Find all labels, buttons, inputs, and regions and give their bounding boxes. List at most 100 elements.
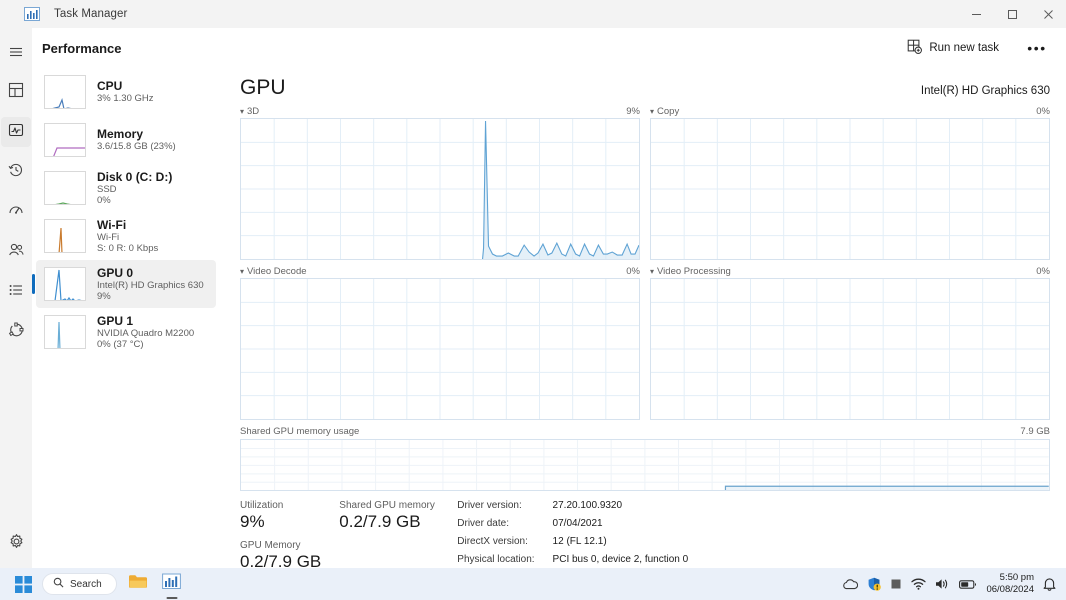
shared-memory-label: Shared GPU memory usage (240, 426, 360, 437)
close-button[interactable] (1030, 0, 1066, 28)
sidebar-item-label: Memory (97, 127, 144, 142)
graph-3d-plot (240, 118, 640, 260)
table-row: Driver date: 07/04/2021 (457, 518, 688, 536)
hamburger-icon[interactable] (1, 37, 31, 67)
sidebar-item-cpu-sparkline (44, 75, 86, 109)
more-options-button[interactable]: ••• (1022, 35, 1052, 61)
utilization-label: Utilization (240, 500, 284, 511)
sidebar-item-sublabel: 0% (97, 195, 111, 207)
graph-3d-value: 9% (626, 106, 640, 117)
shared-memory-section: Shared GPU memory usage 7.9 GB (240, 426, 1050, 491)
sidebar-item-disk0[interactable]: Disk 0 (C: D:) SSD 0% (36, 164, 216, 212)
sidebar-item-gpu0-sparkline (44, 267, 86, 301)
gpu-heading: GPU (240, 76, 286, 99)
page-title: Performance (42, 40, 122, 56)
chevron-down-icon[interactable]: ▾ (650, 267, 654, 276)
sidebar-item-sublabel: NVIDIA Quadro M2200 (97, 327, 195, 339)
sidebar-item-wifi-text: Wi-Fi Wi-Fi S: 0 R: 0 Kbps (97, 218, 158, 255)
sidebar-item-gpu0-text: GPU 0 Intel(R) HD Graphics 630 9% (97, 266, 204, 303)
sidebar-item-users[interactable] (1, 237, 31, 267)
info-key: DirectX version: (457, 536, 528, 547)
sidebar-item-sublabel: 3% 1.30 GHz (97, 93, 154, 105)
folder-icon (128, 573, 148, 595)
security-warning-icon[interactable] (867, 577, 882, 591)
resource-sidebar[interactable]: CPU 3% 1.30 GHz Memory 3.6/15.8 GB (23%) Dis… (32, 68, 220, 568)
sidebar-item-sublabel: 9% (97, 291, 111, 303)
volume-icon[interactable] (935, 578, 950, 590)
sidebar-item-label: GPU 0 (97, 265, 134, 280)
tray-square-icon[interactable] (890, 578, 902, 590)
graph-copy-label: Copy (657, 106, 680, 117)
sidebar-item-gpu1-sparkline (44, 315, 86, 349)
graph-3d: ▾ 3D 9% (240, 105, 640, 260)
graph-copy-value: 0% (1036, 106, 1050, 117)
title-bar: Task Manager (0, 0, 1066, 28)
command-bar-actions: Run new task ••• (898, 34, 1066, 62)
sidebar-item-services[interactable] (1, 317, 31, 347)
sidebar-item-gpu0[interactable]: GPU 0 Intel(R) HD Graphics 630 9% (32, 260, 216, 308)
sidebar-item-performance[interactable] (1, 117, 31, 147)
start-button[interactable] (12, 573, 34, 595)
wifi-icon[interactable] (911, 578, 927, 590)
performance-pulse-icon (8, 122, 24, 143)
bell-icon[interactable] (1043, 577, 1056, 591)
shared-memory-max: 7.9 GB (1020, 426, 1050, 437)
sidebar-item-startup-apps[interactable] (1, 197, 31, 227)
shared-gpu-memory-label: Shared GPU memory (339, 500, 435, 511)
details-list-icon (8, 282, 24, 303)
onedrive-icon[interactable] (842, 578, 859, 590)
processes-grid-icon (8, 82, 24, 103)
graph-video-processing-svg (651, 279, 1049, 419)
graph-video-decode-caption[interactable]: ▾ Video Decode 0% (240, 265, 640, 278)
chevron-down-icon[interactable]: ▾ (240, 107, 244, 116)
search-input[interactable]: Search (42, 573, 117, 595)
sidebar-item-label: Disk 0 (C: D:) (97, 169, 173, 184)
sidebar-item-wifi[interactable]: Wi-Fi Wi-Fi S: 0 R: 0 Kbps (36, 212, 216, 260)
sidebar-item-details[interactable] (1, 277, 31, 307)
utilization-value: 9% (240, 512, 265, 531)
taskbar-app-file-explorer[interactable] (125, 571, 151, 597)
users-icon (8, 242, 24, 263)
shared-memory-plot (240, 439, 1050, 491)
graph-video-processing-caption[interactable]: ▾ Video Processing 0% (650, 265, 1050, 278)
graph-copy-caption[interactable]: ▾ Copy 0% (650, 105, 1050, 118)
clock-time: 5:50 pm (999, 572, 1034, 584)
sidebar-item-memory[interactable]: Memory 3.6/15.8 GB (23%) (36, 116, 216, 164)
maximize-button[interactable] (994, 0, 1030, 28)
taskbar-app-task-manager[interactable] (159, 571, 185, 597)
run-new-task-button[interactable]: Run new task (898, 34, 1008, 62)
gpu-detail-panel: GPU Intel(R) HD Graphics 630 ▾ 3D 9% ▾ C… (220, 68, 1066, 571)
chevron-down-icon[interactable]: ▾ (240, 267, 244, 276)
window-controls (958, 0, 1066, 28)
sidebar-item-disk0-text: Disk 0 (C: D:) SSD 0% (97, 170, 172, 207)
navigation-rail (0, 28, 32, 568)
gear-icon[interactable] (1, 526, 31, 556)
battery-icon[interactable] (959, 579, 977, 590)
chevron-down-icon[interactable]: ▾ (650, 107, 654, 116)
graph-3d-caption[interactable]: ▾ 3D 9% (240, 105, 640, 118)
graph-copy-plot (650, 118, 1050, 260)
graph-video-processing-plot (650, 278, 1050, 420)
graph-video-processing-label: Video Processing (657, 266, 731, 277)
graph-video-decode: ▾ Video Decode 0% (240, 265, 640, 420)
command-bar: Performance Run new task ••• (32, 28, 1066, 68)
sidebar-item-sublabel: 0% (37 °C) (97, 339, 144, 351)
sidebar-item-cpu[interactable]: CPU 3% 1.30 GHz (36, 68, 216, 116)
info-key: Driver date: (457, 518, 509, 529)
graph-row-1: ▾ 3D 9% ▾ Copy 0% (240, 105, 1050, 260)
sidebar-item-cpu-text: CPU 3% 1.30 GHz (97, 79, 154, 104)
sidebar-item-gpu1[interactable]: GPU 1 NVIDIA Quadro M2200 0% (37 °C) (36, 308, 216, 356)
sidebar-item-sublabel: Wi-Fi (97, 231, 120, 243)
search-icon (53, 577, 64, 591)
taskbar-clock[interactable]: 5:50 pm 06/08/2024 (986, 572, 1034, 596)
minimize-button[interactable] (958, 0, 994, 28)
sidebar-item-app-history[interactable] (1, 157, 31, 187)
gpu-model-label: Intel(R) HD Graphics 630 (920, 85, 1050, 97)
sidebar-item-processes[interactable] (1, 77, 31, 107)
startup-gauge-icon (8, 202, 24, 223)
table-row: Driver version: 27.20.100.9320 (457, 500, 688, 518)
sidebar-item-gpu1-text: GPU 1 NVIDIA Quadro M2200 0% (37 °C) (97, 314, 194, 351)
panel-header: GPU Intel(R) HD Graphics 630 (240, 68, 1050, 100)
gpu-info-table: Driver version: 27.20.100.9320 Driver da… (457, 500, 688, 572)
graph-copy: ▾ Copy 0% (650, 105, 1050, 260)
